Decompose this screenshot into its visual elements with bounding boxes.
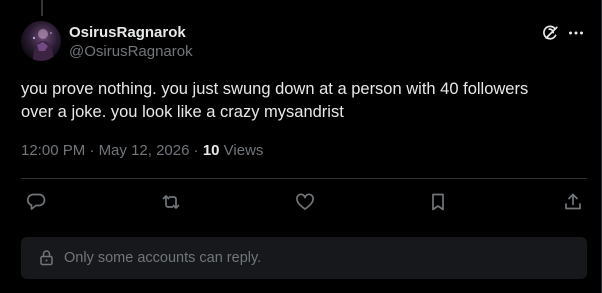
- reply-icon: [25, 191, 47, 213]
- views-label: Views: [223, 142, 264, 159]
- avatar[interactable]: [21, 21, 61, 61]
- lock-icon: [38, 249, 55, 266]
- like-button[interactable]: [294, 191, 316, 213]
- tweet-meta: 12:00 PM · May 12, 2026 · 10 Views: [21, 142, 263, 160]
- views-count: 10: [202, 142, 220, 159]
- thread-connector-line: [41, 0, 43, 16]
- heart-icon: [294, 191, 316, 213]
- reply-restriction-notice: Only some accounts can reply.: [21, 237, 587, 279]
- repost-icon: [160, 191, 182, 213]
- author-handle[interactable]: @OsirusRagnarok: [69, 43, 193, 61]
- share-button[interactable]: [562, 191, 584, 213]
- reply-button[interactable]: [25, 191, 47, 213]
- share-icon: [562, 191, 584, 213]
- grok-icon[interactable]: [540, 23, 560, 43]
- tweet-date[interactable]: May 12, 2026: [99, 142, 190, 159]
- meta-separator: ·: [89, 142, 95, 159]
- repost-button[interactable]: [160, 191, 182, 213]
- tweet-text: you prove nothing. you just swung down a…: [21, 80, 529, 121]
- bookmark-button[interactable]: [427, 191, 449, 213]
- reply-restriction-text: Only some accounts can reply.: [64, 250, 262, 266]
- bookmark-icon: [427, 191, 449, 213]
- author-display-name[interactable]: OsirusRagnarok: [69, 24, 186, 42]
- meta-separator: ·: [193, 142, 199, 159]
- more-icon[interactable]: [566, 23, 586, 43]
- tweet-time[interactable]: 12:00 PM: [21, 142, 85, 159]
- divider: [21, 178, 587, 179]
